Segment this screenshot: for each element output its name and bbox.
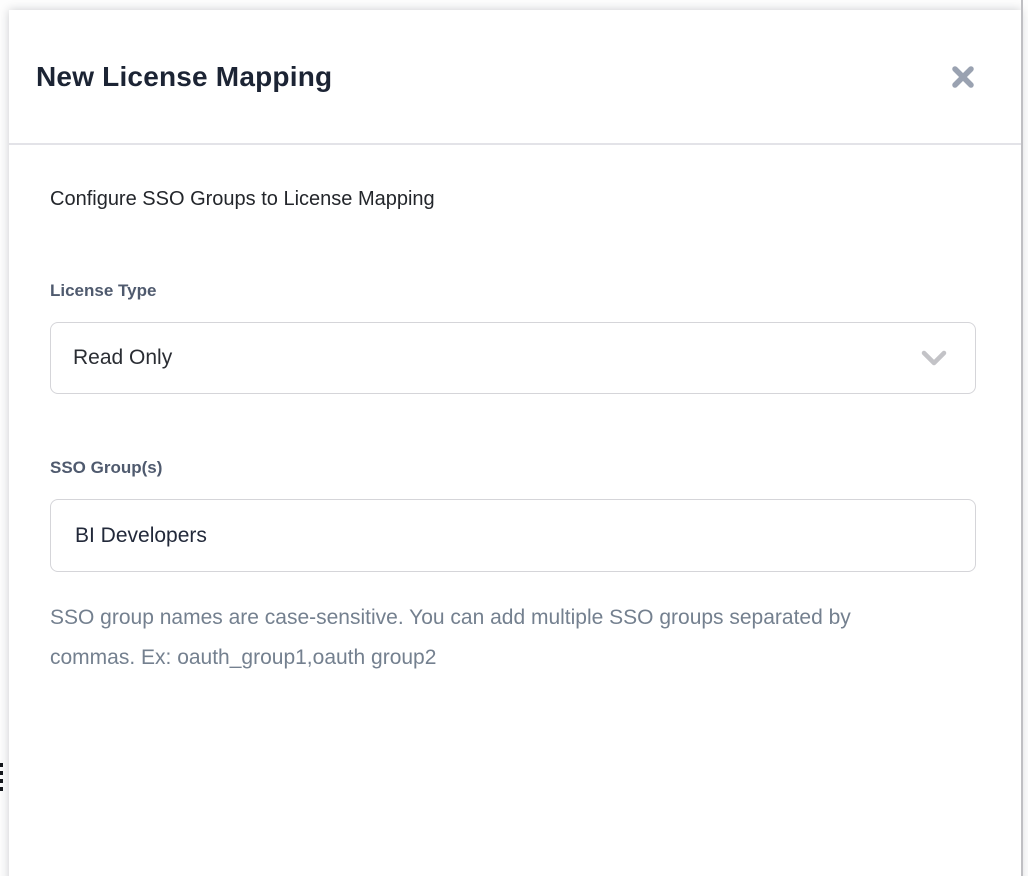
list-icon-bar [0,787,3,791]
list-icon-bar [0,763,3,767]
modal-body: Configure SSO Groups to License Mapping … [9,145,1021,678]
modal-title: New License Mapping [36,61,332,93]
modal-subtitle: Configure SSO Groups to License Mapping [50,186,976,213]
page: New License Mapping Configure SSO Groups… [0,0,1028,876]
new-license-mapping-modal: New License Mapping Configure SSO Groups… [9,10,1021,876]
list-icon [0,763,4,791]
list-icon-bar [0,771,3,775]
sso-groups-input[interactable] [50,499,976,572]
license-type-field-group: License Type Read Only [50,280,976,394]
list-icon-bar [0,779,3,783]
sso-groups-field-group: SSO Group(s) SSO group names are case-se… [50,457,976,678]
viewport-right-edge-line [1021,0,1023,876]
license-type-select[interactable]: Read Only [50,322,976,394]
close-button[interactable] [945,59,981,95]
sso-groups-label: SSO Group(s) [50,457,976,479]
license-type-selected-value: Read Only [73,346,172,370]
close-icon [949,63,977,91]
chevron-down-icon [921,350,947,366]
modal-header: New License Mapping [9,10,1021,145]
sso-groups-helper-text: SSO group names are case-sensitive. You … [50,598,870,678]
license-type-label: License Type [50,280,976,302]
